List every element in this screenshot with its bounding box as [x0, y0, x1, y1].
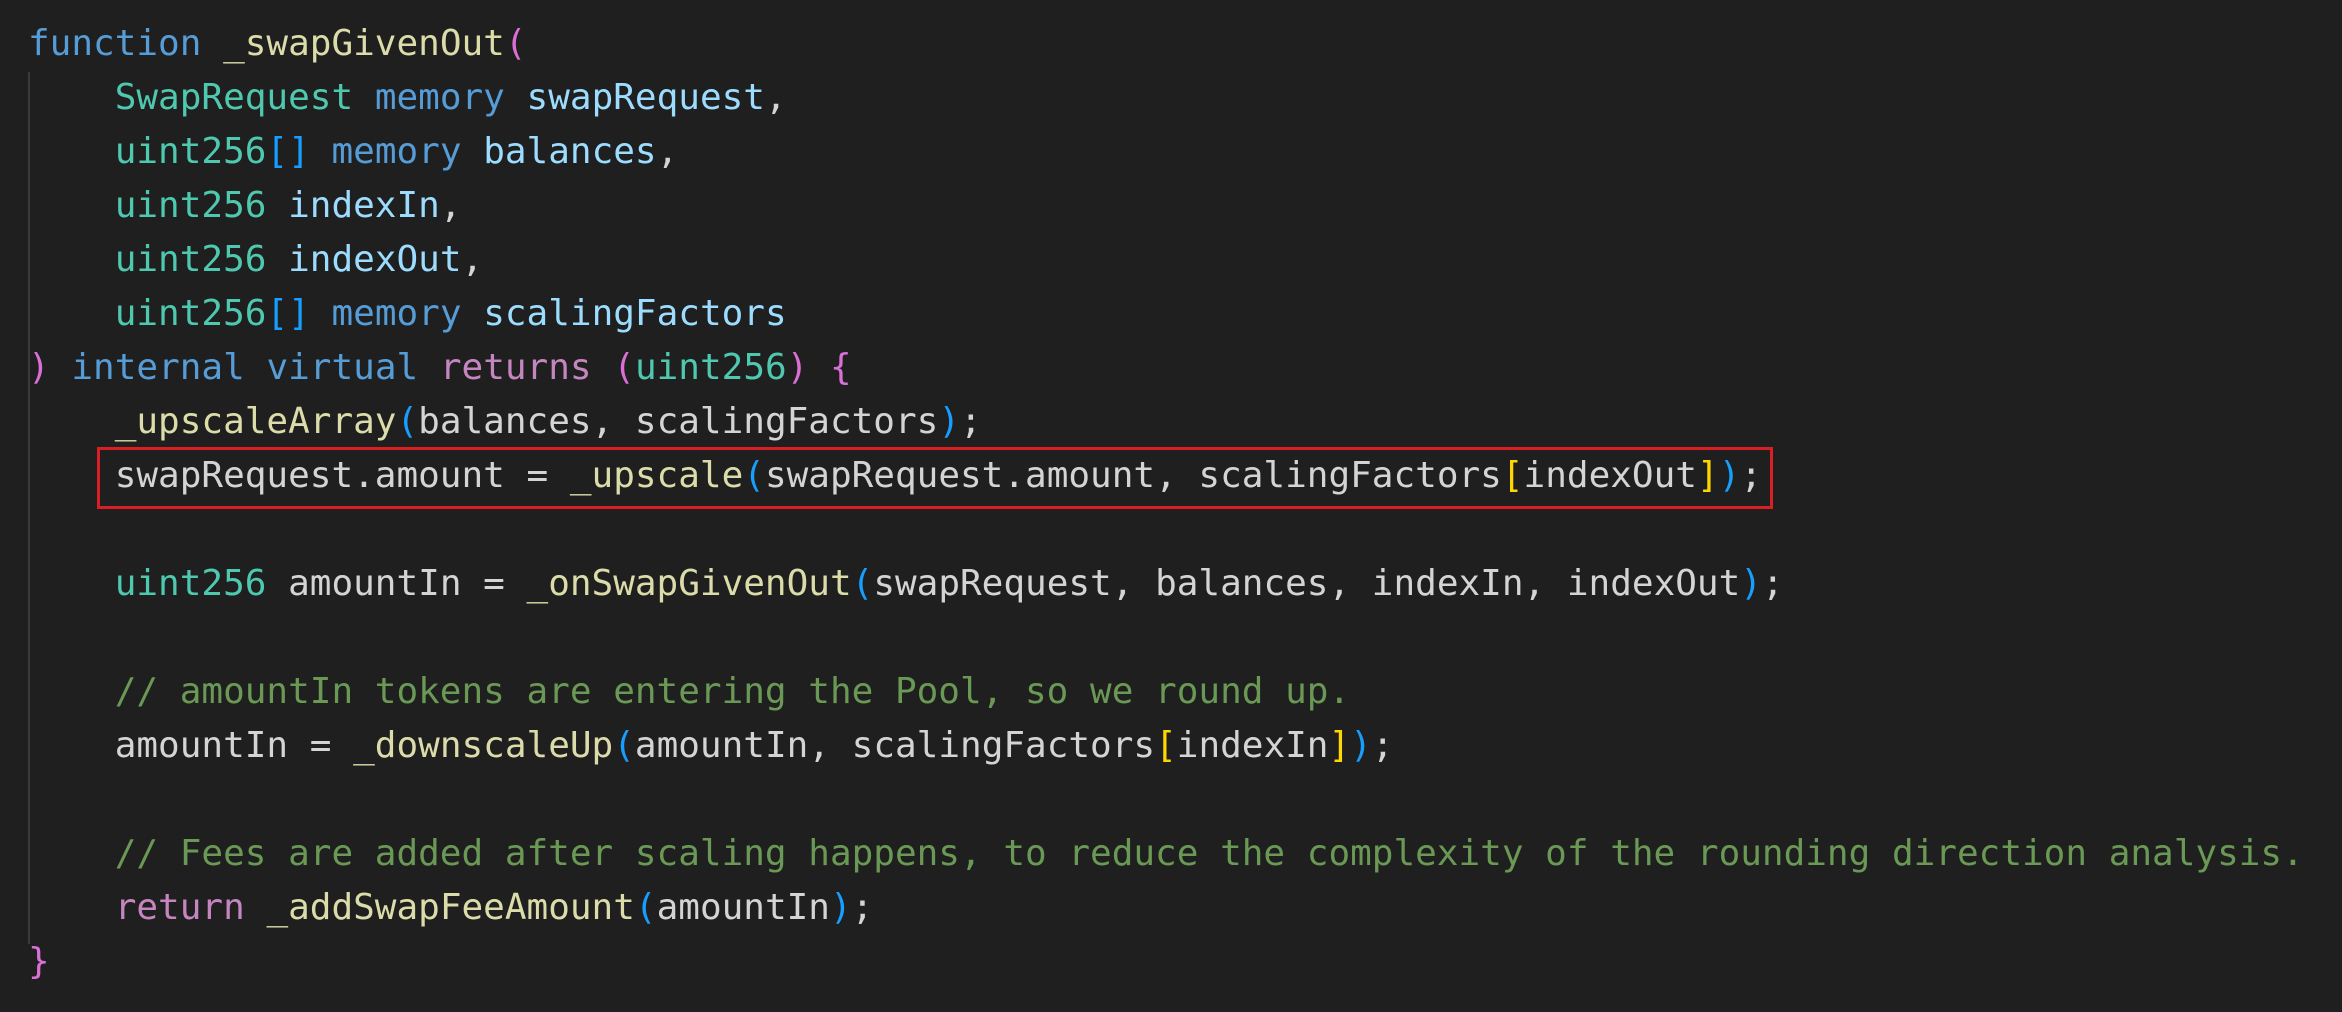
param-type: uint256 — [114, 185, 267, 226]
code-line-signature-end[interactable]: ) internal virtual returns (uint256) { — [28, 341, 852, 395]
call-args: swapRequest, balances, indexIn, indexOut — [873, 563, 1741, 604]
call-function-name: _onSwapGivenOut — [526, 563, 852, 604]
code-line-on-swap-given-out[interactable]: uint256 amountIn = _onSwapGivenOut(swapR… — [28, 557, 1784, 611]
code-editor[interactable]: function _swapGivenOut( SwapRequest memo… — [0, 0, 2342, 1012]
return-type: uint256 — [634, 347, 787, 388]
param-name: indexIn — [288, 185, 440, 226]
index-close-bracket: ] — [1328, 725, 1351, 766]
call-close-paren: ) — [1718, 455, 1741, 496]
close-paren: ) — [28, 347, 50, 388]
call-function-name: _upscaleArray — [114, 401, 397, 442]
call-open-paren: ( — [743, 455, 765, 496]
param-brackets: [] — [266, 293, 310, 334]
code-line-comment-fees[interactable]: // Fees are added after scaling happens,… — [28, 827, 2304, 881]
call-function-name: _upscale — [569, 455, 744, 496]
call-args: swapRequest.amount, scalingFactors — [764, 455, 1502, 496]
param-brackets: [] — [266, 131, 310, 172]
code-line-upscale-amount[interactable]: swapRequest.amount = _upscale(swapReques… — [28, 449, 1762, 503]
index-value: indexOut — [1523, 455, 1697, 496]
index-value: indexIn — [1176, 725, 1329, 766]
call-args: balances, scalingFactors — [418, 401, 939, 442]
index-close-bracket: ] — [1696, 455, 1719, 496]
open-paren: ( — [504, 23, 527, 64]
return-keyword: return — [114, 887, 245, 928]
call-function-name: _addSwapFeeAmount — [266, 887, 635, 928]
param-name: indexOut — [288, 239, 462, 280]
call-open-paren: ( — [396, 401, 419, 442]
code-line-upscale-array[interactable]: _upscaleArray(balances, scalingFactors); — [28, 395, 982, 449]
param-name: balances — [483, 131, 657, 172]
call-open-paren: ( — [634, 887, 657, 928]
param-suffix: , — [656, 131, 679, 172]
code-line-close-brace[interactable]: } — [28, 935, 50, 989]
param-modifier: memory — [331, 131, 462, 172]
call-close-paren: ) — [829, 887, 852, 928]
code-line-param-indexin[interactable]: uint256 indexIn, — [28, 179, 462, 233]
call-function-name: _downscaleUp — [353, 725, 614, 766]
open-brace: { — [830, 347, 852, 388]
call-close-paren: ) — [1740, 563, 1762, 604]
code-line-param-balances[interactable]: uint256[] memory balances, — [28, 125, 679, 179]
returns-keyword: returns — [439, 347, 592, 388]
param-modifier: memory — [331, 293, 462, 334]
semicolon: ; — [1371, 725, 1394, 766]
semicolon: ; — [851, 887, 874, 928]
param-type: uint256 — [114, 239, 267, 280]
code-line-param-indexout[interactable]: uint256 indexOut, — [28, 233, 483, 287]
virtual-keyword: virtual — [266, 347, 419, 388]
code-line-param-swaprequest[interactable]: SwapRequest memory swapRequest, — [28, 71, 787, 125]
call-open-paren: ( — [613, 725, 635, 766]
param-suffix: , — [764, 77, 787, 118]
semicolon: ; — [1740, 455, 1762, 496]
param-suffix: , — [461, 239, 484, 280]
call-open-paren: ( — [851, 563, 874, 604]
param-type: uint256 — [114, 293, 267, 334]
semicolon: ; — [1761, 563, 1784, 604]
function-name: _swapGivenOut — [223, 23, 505, 64]
param-type: uint256 — [114, 131, 267, 172]
code-comment: // amountIn tokens are entering the Pool… — [114, 671, 1351, 712]
param-type: SwapRequest — [114, 77, 354, 118]
assignment-lhs: swapRequest.amount = — [114, 455, 570, 496]
assignment-lhs: amountIn = — [266, 563, 527, 604]
index-open-bracket: [ — [1501, 455, 1524, 496]
call-close-paren: ) — [938, 401, 961, 442]
return-close-paren: ) — [786, 347, 809, 388]
code-line-return[interactable]: return _addSwapFeeAmount(amountIn); — [28, 881, 874, 935]
return-open-paren: ( — [613, 347, 635, 388]
call-args: amountIn — [656, 887, 830, 928]
semicolon: ; — [960, 401, 982, 442]
code-line-function-declaration[interactable]: function _swapGivenOut( — [28, 17, 527, 71]
function-keyword: function — [28, 23, 202, 64]
call-close-paren: ) — [1350, 725, 1372, 766]
param-name: scalingFactors — [483, 293, 787, 334]
code-line-comment-round-up[interactable]: // amountIn tokens are entering the Pool… — [28, 665, 1350, 719]
visibility-keyword: internal — [71, 347, 245, 388]
var-type: uint256 — [114, 563, 267, 604]
code-comment: // Fees are added after scaling happens,… — [114, 833, 2304, 874]
param-name: swapRequest — [526, 77, 765, 118]
call-args: amountIn, scalingFactors — [634, 725, 1156, 766]
param-suffix: , — [439, 185, 462, 226]
code-line-downscale-up[interactable]: amountIn = _downscaleUp(amountIn, scalin… — [28, 719, 1394, 773]
param-modifier: memory — [374, 77, 505, 118]
close-brace: } — [28, 941, 50, 982]
assignment-lhs: amountIn = — [114, 725, 354, 766]
code-line-param-scalingfactors[interactable]: uint256[] memory scalingFactors — [28, 287, 787, 341]
index-open-bracket: [ — [1155, 725, 1177, 766]
